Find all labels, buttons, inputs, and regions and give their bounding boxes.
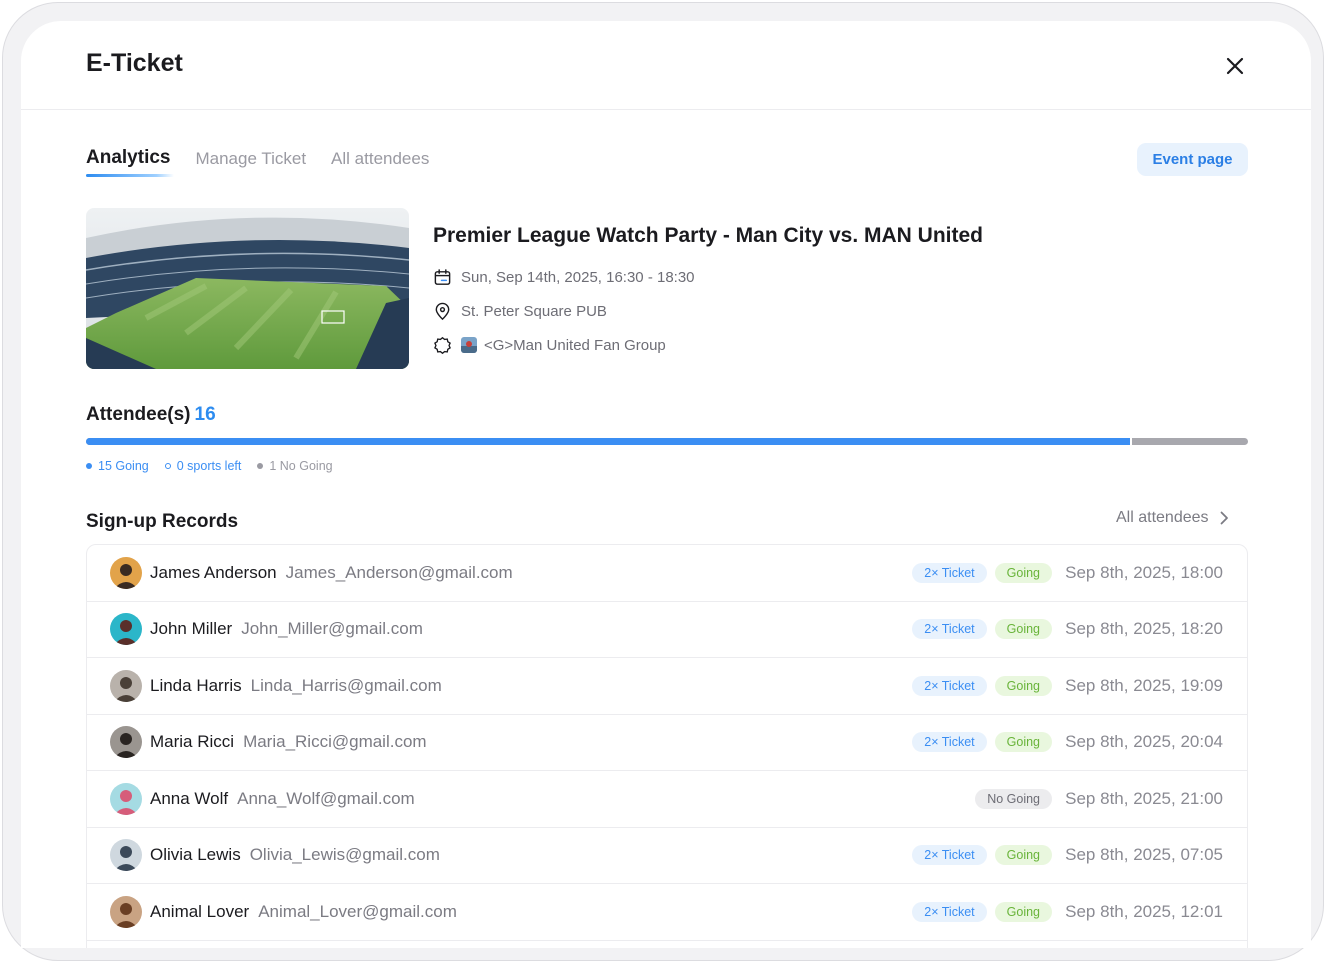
modal-header: E-Ticket [21, 21, 1311, 110]
attendee-email: Maria_Ricci@gmail.com [243, 732, 427, 752]
attendance-legend: 15 Going 0 sports left 1 No Going [86, 459, 333, 473]
record-row[interactable]: Anna Wolf Anna_Wolf@gmail.com No Going S… [87, 771, 1247, 828]
attendee-name: Olivia Lewis [150, 845, 241, 865]
attendee-email: Olivia_Lewis@gmail.com [249, 845, 440, 865]
legend-spots-left-text: 0 sports left [176, 459, 242, 473]
all-attendees-link[interactable]: All attendees [1116, 509, 1229, 527]
no-going-dot-icon [257, 463, 264, 469]
signup-records-title: Sign-up Records [86, 511, 239, 532]
attendee-email: Animal_Lover@gmail.com [258, 901, 457, 921]
attendee-name: Maria Ricci [150, 732, 235, 752]
group-badge-icon [434, 336, 451, 354]
signup-records-list: James Anderson James_Anderson@gmail.com … [86, 544, 1248, 948]
event-group: <G>Man United Fan Group [484, 336, 666, 354]
avatar [110, 895, 142, 928]
avatar [110, 613, 142, 646]
record-row[interactable]: James Anderson James_Anderson@gmail.com … [87, 545, 1247, 602]
attendee-name: James Anderson [150, 562, 277, 582]
ticket-badge: 2× Ticket [912, 901, 987, 922]
ticket-badge: 2× Ticket [912, 562, 987, 583]
ticket-badge: 2× Ticket [912, 619, 987, 640]
legend-no-going-text: 1 No Going [269, 459, 333, 473]
legend-no-going: 1 No Going [257, 459, 333, 473]
avatar [110, 556, 142, 589]
progress-going-fill [86, 438, 1132, 445]
avatar [110, 782, 142, 815]
record-row[interactable]: Linda Harris Linda_Harris@gmail.com 2× T… [87, 658, 1247, 715]
record-meta: 2× Ticket Going Sep 8th, 2025, 18:20 [912, 619, 1223, 640]
event-cover-image [86, 208, 409, 369]
record-meta: 2× Ticket Going Sep 8th, 2025, 18:00 [912, 562, 1223, 583]
close-icon [1226, 57, 1244, 75]
calendar-icon [434, 268, 451, 285]
event-group-row: <G>Man United Fan Group [433, 334, 666, 356]
record-row[interactable]: Olivia Lewis Olivia_Lewis@gmail.com 2× T… [87, 828, 1247, 884]
attendee-count: 16 [194, 404, 216, 425]
chevron-right-icon [1220, 511, 1228, 525]
ticket-badge: 2× Ticket [912, 732, 987, 753]
attendance-progress-bar [86, 438, 1248, 445]
attendee-email: John_Miller@gmail.com [241, 619, 423, 639]
close-button[interactable] [1223, 54, 1247, 78]
event-datetime: Sun, Sep 14th, 2025, 16:30 - 18:30 [461, 268, 695, 286]
modal-title: E-Ticket [86, 49, 183, 77]
location-pin-icon [435, 302, 450, 320]
attendee-heading: Attendee(s) 16 [86, 404, 216, 426]
avatar [110, 839, 142, 872]
record-meta: 2× Ticket Going Sep 8th, 2025, 20:04 [912, 732, 1223, 753]
device-frame: E-Ticket Analytics Manage Ticket All att… [2, 2, 1324, 961]
status-badge: Going [994, 901, 1052, 922]
going-dot-icon [86, 463, 92, 469]
avatar [110, 726, 142, 759]
record-row[interactable]: Maria Ricci Maria_Ricci@gmail.com 2× Tic… [87, 715, 1247, 771]
attendee-name: Animal Lover [150, 901, 250, 921]
attendee-email: Linda_Harris@gmail.com [250, 675, 442, 695]
record-meta: 2× Ticket Going Sep 8th, 2025, 07:05 [912, 845, 1223, 866]
avatar [110, 669, 142, 702]
event-page-button[interactable]: Event page [1137, 143, 1248, 176]
status-badge: Going [994, 675, 1052, 696]
tab-all-attendees[interactable]: All attendees [331, 147, 429, 181]
attendee-name: Anna Wolf [150, 788, 229, 808]
tab-bar: Analytics Manage Ticket All attendees [86, 147, 429, 181]
tab-analytics[interactable]: Analytics [86, 147, 175, 181]
signup-time: Sep 8th, 2025, 21:00 [1065, 788, 1223, 808]
status-badge: Going [994, 562, 1052, 583]
ticket-badge: 2× Ticket [912, 675, 987, 696]
group-avatar [461, 337, 477, 353]
signup-time: Sep 8th, 2025, 07:05 [1065, 845, 1223, 865]
attendee-name: Linda Harris [150, 675, 242, 695]
attendee-email: Anna_Wolf@gmail.com [237, 788, 415, 808]
e-ticket-modal: E-Ticket Analytics Manage Ticket All att… [21, 21, 1311, 948]
status-badge: No Going [975, 788, 1052, 809]
record-meta: 2× Ticket Going Sep 8th, 2025, 19:09 [912, 675, 1223, 696]
legend-spots-left: 0 sports left [164, 459, 242, 473]
status-badge: Going [994, 619, 1052, 640]
status-badge: Going [994, 732, 1052, 753]
signup-time: Sep 8th, 2025, 18:20 [1065, 619, 1223, 639]
tab-manage-ticket[interactable]: Manage Ticket [195, 147, 306, 181]
event-location: St. Peter Square PUB [461, 302, 607, 320]
event-location-row: St. Peter Square PUB [433, 300, 607, 322]
event-datetime-row: Sun, Sep 14th, 2025, 16:30 - 18:30 [433, 266, 695, 288]
legend-going-text: 15 Going [98, 459, 149, 473]
signup-time: Sep 8th, 2025, 20:04 [1065, 732, 1223, 752]
signup-time: Sep 8th, 2025, 19:09 [1065, 675, 1223, 695]
signup-time: Sep 8th, 2025, 12:01 [1065, 901, 1223, 921]
ticket-badge: 2× Ticket [912, 845, 987, 866]
status-badge: Going [994, 845, 1052, 866]
attendee-email: James_Anderson@gmail.com [285, 562, 513, 582]
record-meta: 2× Ticket Going Sep 8th, 2025, 12:01 [912, 901, 1223, 922]
legend-going: 15 Going [86, 459, 149, 473]
spots-left-ring-icon [164, 463, 171, 469]
record-row[interactable]: Animal Lover Animal_Lover@gmail.com 2× T… [87, 884, 1247, 941]
attendee-name: John Miller [150, 619, 233, 639]
record-row[interactable]: John Miller John_Miller@gmail.com 2× Tic… [87, 602, 1247, 658]
event-title: Premier League Watch Party - Man City vs… [433, 224, 984, 247]
signup-time: Sep 8th, 2025, 18:00 [1065, 562, 1223, 582]
attendee-label: Attendee(s) [86, 404, 191, 425]
record-meta: No Going Sep 8th, 2025, 21:00 [975, 788, 1223, 809]
all-attendees-link-text: All attendees [1116, 509, 1209, 526]
